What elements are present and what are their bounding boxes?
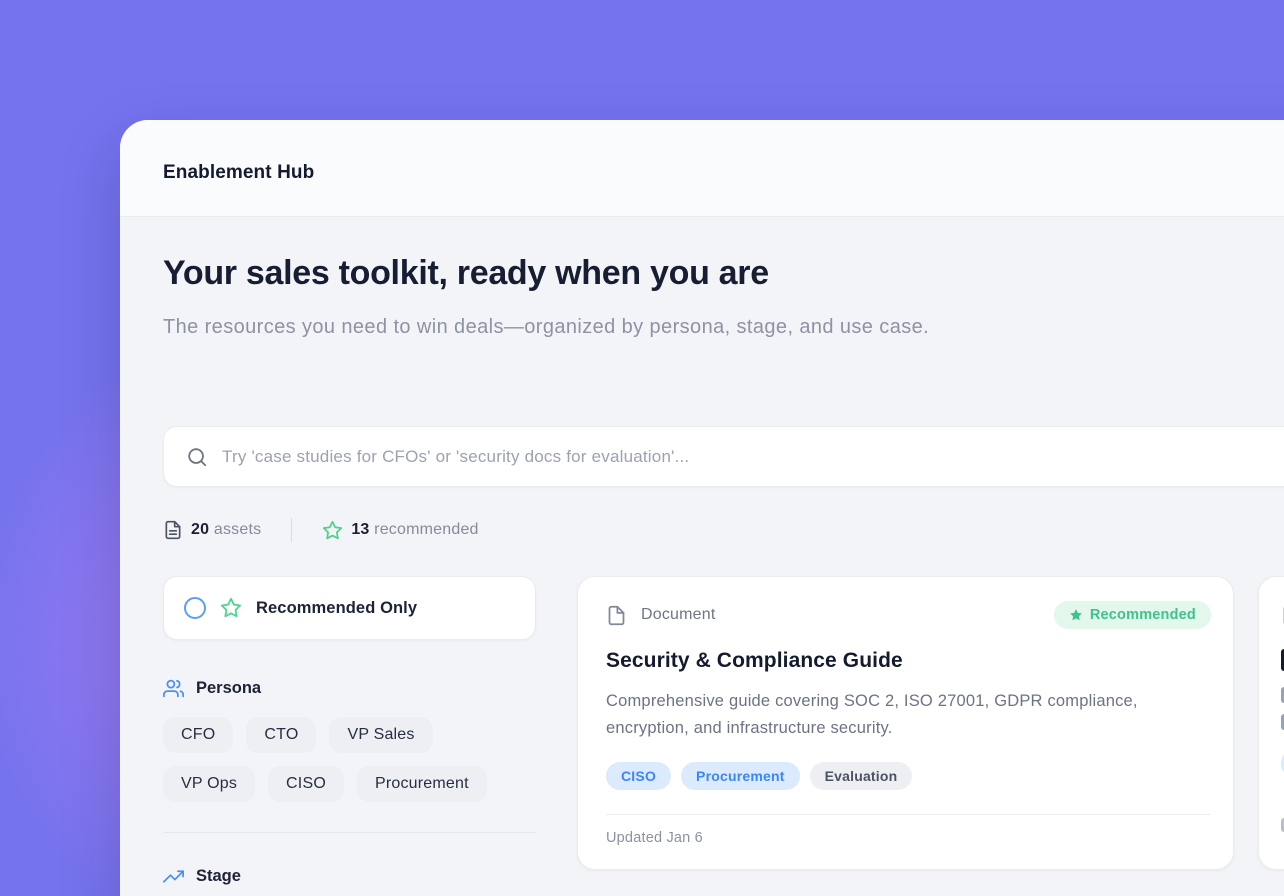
persona-section-header: Persona [163,678,536,699]
recommended-only-toggle[interactable]: Recommended Only [163,576,536,640]
tag-evaluation: Evaluation [810,762,913,790]
file-icon [606,605,627,626]
recommended-label: recommended [374,521,478,538]
recommended-count: 13 [351,521,369,538]
card-type: Document [606,605,716,626]
star-icon [220,597,242,619]
file-text-icon [163,520,183,540]
users-icon [163,678,184,699]
persona-chip-procurement[interactable]: Procurement [357,766,487,802]
assets-count: 20 [191,521,209,538]
asset-card-grid: Document Recommended Security & Complian… [577,576,1284,870]
recommended-only-label: Recommended Only [256,599,417,618]
main-panel: Enablement Hub Your sales toolkit, ready… [120,120,1284,896]
card-tags: CISO Procurement Evaluation [606,762,1211,790]
card-type-label: Document [641,606,716,624]
filter-sidebar: Recommended Only Persona CFO CTO VP Sale… [163,576,536,887]
recommended-badge: Recommended [1054,601,1211,629]
trending-up-icon [163,866,184,887]
card-title: Security & Compliance Guide [606,649,1211,673]
page-subtitle: The resources you need to win deals—orga… [163,308,987,346]
search-input[interactable] [222,447,1284,467]
persona-chip-vp-sales[interactable]: VP Sales [329,717,432,753]
persona-label: Persona [196,679,261,698]
page-title: Your sales toolkit, ready when you are [163,254,769,293]
stats-divider [291,518,292,542]
stage-label: Stage [196,867,241,886]
card-description: Comprehensive guide covering SOC 2, ISO … [606,688,1186,742]
persona-chip-vp-ops[interactable]: VP Ops [163,766,255,802]
persona-chips: CFO CTO VP Sales VP Ops CISO Procurement [163,717,536,802]
assets-stat: 20 assets [163,520,261,540]
tag-ciso: CISO [606,762,671,790]
persona-chip-cto[interactable]: CTO [246,717,316,753]
asset-card-partial[interactable] [1258,576,1284,870]
persona-chip-ciso[interactable]: CISO [268,766,344,802]
stats-row: 20 assets 13 recommended [163,518,479,542]
star-filled-icon [1069,608,1083,622]
assets-label: assets [214,521,261,538]
radio-circle-icon [184,597,206,619]
recommended-badge-label: Recommended [1090,607,1196,623]
tag-procurement: Procurement [681,762,800,790]
app-title: Enablement Hub [163,162,314,184]
sidebar-divider [163,832,536,833]
search-bar[interactable] [163,426,1284,487]
panel-header: Enablement Hub [120,120,1284,217]
search-icon [186,446,208,468]
persona-chip-cfo[interactable]: CFO [163,717,233,753]
star-icon [322,520,343,541]
asset-card-security-compliance[interactable]: Document Recommended Security & Complian… [577,576,1234,870]
card-updated: Updated Jan 6 [606,830,1211,846]
recommended-stat: 13 recommended [322,520,478,541]
stage-section-header: Stage [163,866,536,887]
